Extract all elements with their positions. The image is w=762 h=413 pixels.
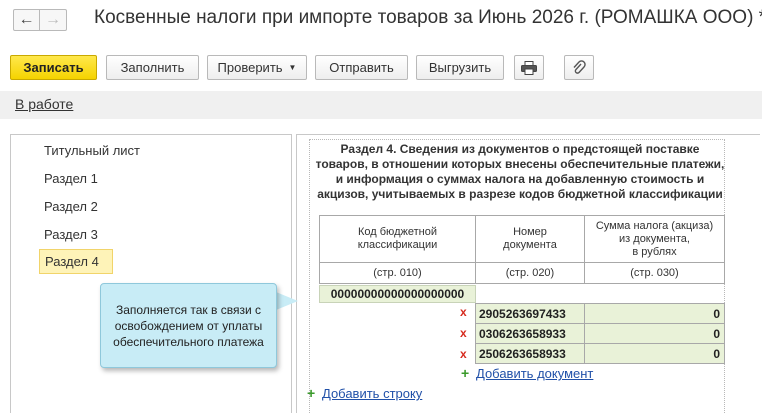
tax-sum-field[interactable]: 0 [584, 343, 725, 364]
column-header-kbk: Код бюджетной классификации [319, 215, 476, 263]
window-title: Косвенные налоги при импорте товаров за … [94, 7, 762, 28]
check-button-label: Проверить [217, 60, 283, 75]
column-header-line: Номер [513, 226, 547, 238]
printer-icon [521, 60, 537, 75]
hint-tooltip: Заполняется так в связи с освобождением … [100, 283, 277, 368]
forward-button[interactable]: → [40, 9, 67, 31]
section-heading: Раздел 4. Сведения из документов о предс… [305, 142, 735, 202]
column-header-line: из документа, [619, 232, 690, 245]
add-document-link[interactable]: Добавить документ [476, 366, 593, 381]
column-header-line: документа [503, 239, 557, 251]
nav-item-title-page[interactable]: Титульный лист [44, 143, 140, 158]
tooltip-line: освобождением от уплаты [114, 318, 263, 333]
column-header-line: в рублях [632, 245, 677, 258]
nav-item-section-3[interactable]: Раздел 3 [44, 227, 98, 242]
column-header-line: Код бюджетной [358, 226, 437, 238]
caret-down-icon: ▼ [288, 63, 297, 72]
arrow-left-icon: ← [18, 11, 35, 28]
line-code-010: (стр. 010) [319, 262, 476, 284]
tax-sum-field[interactable]: 0 [584, 323, 725, 344]
heading-line: и информация о суммах налога на добавлен… [335, 172, 705, 186]
add-document-plus-icon[interactable]: + [461, 365, 469, 381]
nav-item-section-4[interactable]: Раздел 4 [39, 249, 113, 274]
heading-line: Раздел 4. Сведения из документов о предс… [340, 142, 700, 156]
status-bar [0, 91, 762, 119]
upload-button[interactable]: Выгрузить [416, 55, 504, 80]
column-header-line: Сумма налога (акциза) [595, 219, 714, 232]
delete-row-icon[interactable]: x [460, 326, 467, 340]
check-button[interactable]: Проверить ▼ [207, 55, 307, 80]
heading-line: акцизов, учитываемых в разрезе кодов бюд… [317, 187, 723, 201]
line-code-020: (стр. 020) [475, 262, 585, 284]
line-code-030: (стр. 030) [584, 262, 725, 284]
tooltip-pointer [276, 292, 298, 310]
status-link[interactable]: В работе [15, 96, 73, 112]
save-button[interactable]: Записать [10, 55, 97, 80]
delete-row-icon[interactable]: x [460, 347, 467, 361]
doc-number-field[interactable]: 2506263658933 [475, 343, 585, 364]
print-button[interactable] [514, 55, 544, 80]
add-row-plus-icon[interactable]: + [307, 385, 315, 401]
nav-item-section-2[interactable]: Раздел 2 [44, 199, 98, 214]
add-row-link[interactable]: Добавить строку [322, 386, 422, 401]
send-button[interactable]: Отправить [315, 55, 408, 80]
column-header-tax-sum: Сумма налога (акциза) из документа, в ру… [584, 215, 725, 263]
column-header-doc-number: Номер документа [475, 215, 585, 263]
tax-sum-field[interactable]: 0 [584, 303, 725, 324]
paperclip-icon [573, 59, 586, 74]
heading-line: товаров, в отношении которых внесены обе… [315, 157, 725, 171]
back-button[interactable]: ← [13, 9, 40, 31]
arrow-right-icon: → [45, 11, 61, 28]
doc-number-field[interactable]: 0306263658933 [475, 323, 585, 344]
kbk-field[interactable]: 00000000000000000000 [319, 285, 476, 303]
delete-row-icon[interactable]: x [460, 305, 467, 319]
tooltip-line: обеспечительного платежа [113, 334, 264, 349]
tooltip-line: Заполняется так в связи с [115, 302, 261, 317]
column-header-line: классификации [357, 239, 438, 251]
nav-item-section-1[interactable]: Раздел 1 [44, 171, 98, 186]
doc-number-field[interactable]: 2905263697433 [475, 303, 585, 324]
attach-button[interactable] [564, 55, 594, 80]
fill-button[interactable]: Заполнить [106, 55, 199, 80]
